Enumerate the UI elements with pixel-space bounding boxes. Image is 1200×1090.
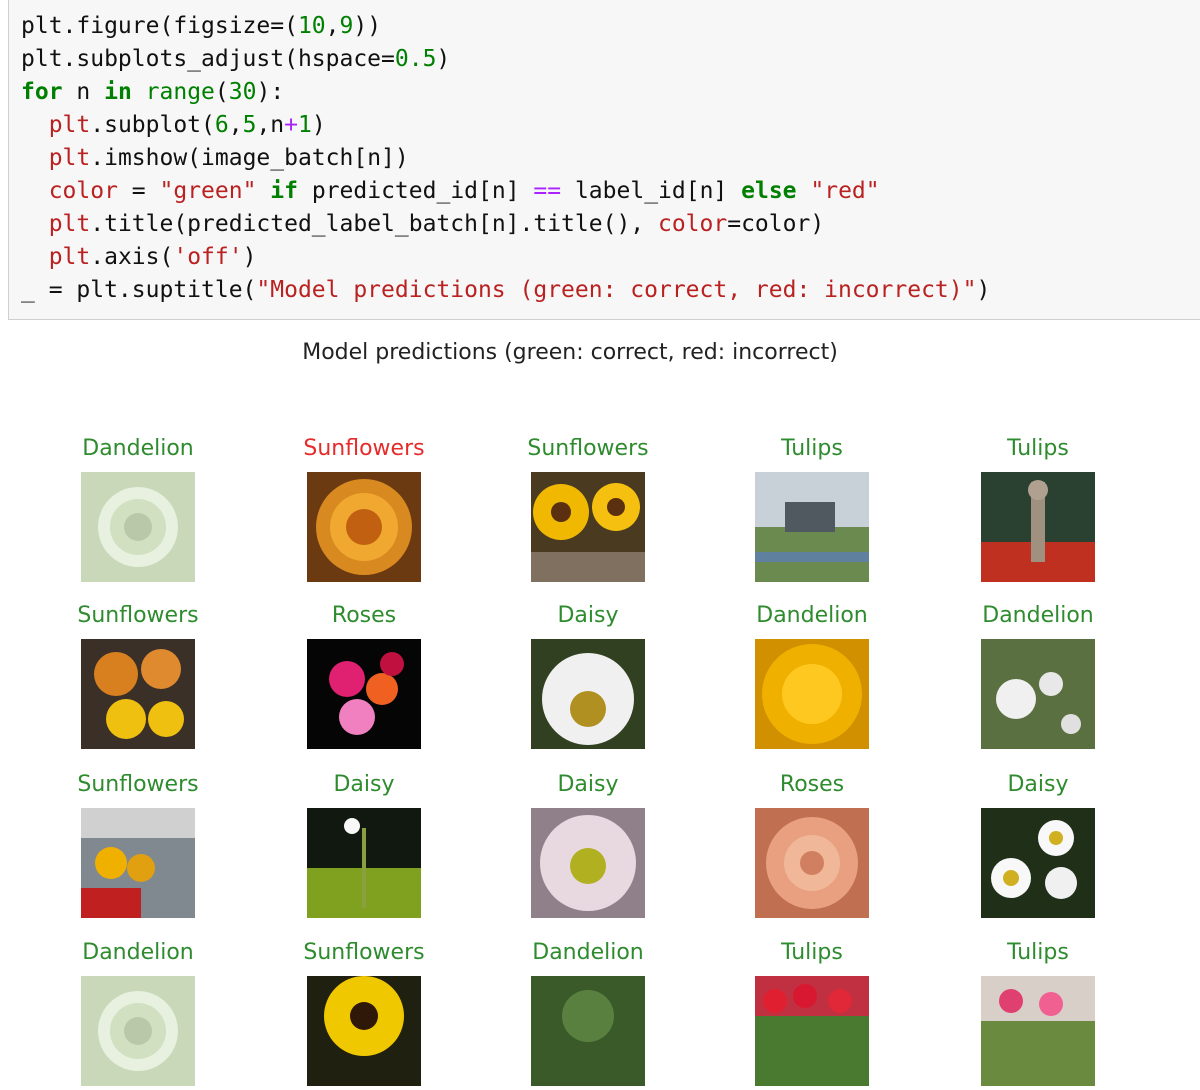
code-line: color = "green" if predicted_id[n] == la… — [21, 175, 990, 208]
prediction-subplot: Daisy — [938, 772, 1138, 918]
flower-image — [531, 976, 645, 1086]
prediction-label: Dandelion — [82, 436, 194, 461]
flower-image — [755, 808, 869, 918]
prediction-label: Sunflowers — [303, 940, 425, 965]
prediction-subplot: Sunflowers — [264, 436, 464, 582]
figure-suptitle: Model predictions (green: correct, red: … — [302, 340, 838, 365]
flower-image — [981, 639, 1095, 749]
code-line-text: plt.subplot(6,5,n+1) — [48, 112, 326, 138]
prediction-label: Tulips — [1007, 940, 1069, 965]
prediction-subplot: Tulips — [938, 940, 1138, 1086]
flower-image — [307, 639, 421, 749]
prediction-subplot: Sunflowers — [264, 940, 464, 1086]
prediction-subplot: Dandelion — [38, 940, 238, 1086]
flower-image — [755, 976, 869, 1086]
code-line: plt.title(predicted_label_batch[n].title… — [21, 208, 990, 241]
prediction-subplot: Sunflowers — [38, 772, 238, 918]
code-line-text: plt.figure(figsize=(10,9)) — [21, 13, 382, 39]
code-line-text: for n in range(30): — [21, 79, 285, 105]
code-line: plt.axis('off') — [21, 241, 990, 274]
prediction-label: Daisy — [333, 772, 395, 797]
prediction-subplot: Sunflowers — [488, 436, 688, 582]
prediction-label: Sunflowers — [77, 603, 199, 628]
code-line-text: plt.title(predicted_label_batch[n].title… — [48, 211, 825, 237]
flower-image — [81, 808, 195, 918]
flower-image — [531, 472, 645, 582]
prediction-subplot: Dandelion — [712, 603, 912, 749]
prediction-subplot: Daisy — [488, 772, 688, 918]
prediction-label: Dandelion — [82, 940, 194, 965]
flower-image — [307, 808, 421, 918]
prediction-label: Daisy — [557, 603, 619, 628]
prediction-label: Daisy — [1007, 772, 1069, 797]
code-line: for n in range(30): — [21, 76, 990, 109]
flower-image — [981, 808, 1095, 918]
code-line-text: _ = plt.suptitle("Model predictions (gre… — [21, 277, 991, 303]
prediction-subplot: Tulips — [938, 436, 1138, 582]
prediction-label: Tulips — [781, 436, 843, 461]
flower-image — [81, 472, 195, 582]
prediction-label: Dandelion — [756, 603, 868, 628]
code-line: plt.imshow(image_batch[n]) — [21, 142, 990, 175]
prediction-label: Tulips — [1007, 436, 1069, 461]
prediction-subplot: Roses — [712, 772, 912, 918]
code-line-text: plt.subplots_adjust(hspace=0.5) — [21, 46, 451, 72]
prediction-label: Roses — [779, 772, 845, 797]
prediction-subplot: Tulips — [712, 940, 912, 1086]
flower-image — [755, 472, 869, 582]
prediction-label: Sunflowers — [77, 772, 199, 797]
flower-image — [307, 472, 421, 582]
prediction-subplot: Dandelion — [488, 940, 688, 1086]
prediction-label: Sunflowers — [303, 436, 425, 461]
flower-image — [755, 639, 869, 749]
code-cell[interactable]: plt.figure(figsize=(10,9)) plt.subplots_a… — [8, 0, 1200, 320]
flower-image — [531, 639, 645, 749]
flower-image — [81, 976, 195, 1086]
prediction-subplot: Sunflowers — [38, 603, 238, 749]
prediction-subplot: Tulips — [712, 436, 912, 582]
code-line: plt.subplot(6,5,n+1) — [21, 109, 990, 142]
prediction-subplot: Dandelion — [938, 603, 1138, 749]
prediction-label: Dandelion — [532, 940, 644, 965]
code-line-text: plt.imshow(image_batch[n]) — [48, 145, 409, 171]
prediction-label: Tulips — [781, 940, 843, 965]
flower-image — [307, 976, 421, 1086]
flower-image — [981, 976, 1095, 1086]
prediction-label: Roses — [331, 603, 397, 628]
prediction-label: Sunflowers — [527, 436, 649, 461]
code-line-text: plt.axis('off') — [48, 244, 257, 270]
prediction-subplot: Daisy — [488, 603, 688, 749]
flower-image — [81, 639, 195, 749]
code-line: plt.figure(figsize=(10,9)) — [21, 10, 990, 43]
prediction-subplot: Daisy — [264, 772, 464, 918]
prediction-label: Daisy — [557, 772, 619, 797]
flower-image — [981, 472, 1095, 582]
prediction-label: Dandelion — [982, 603, 1094, 628]
code-line: _ = plt.suptitle("Model predictions (gre… — [21, 274, 990, 307]
prediction-subplot: Roses — [264, 603, 464, 749]
code-line-text: color = "green" if predicted_id[n] == la… — [48, 178, 880, 204]
flower-image — [531, 808, 645, 918]
prediction-subplot: Dandelion — [38, 436, 238, 582]
code-line: plt.subplots_adjust(hspace=0.5) — [21, 43, 990, 76]
code-editor[interactable]: plt.figure(figsize=(10,9)) plt.subplots_a… — [21, 10, 990, 307]
